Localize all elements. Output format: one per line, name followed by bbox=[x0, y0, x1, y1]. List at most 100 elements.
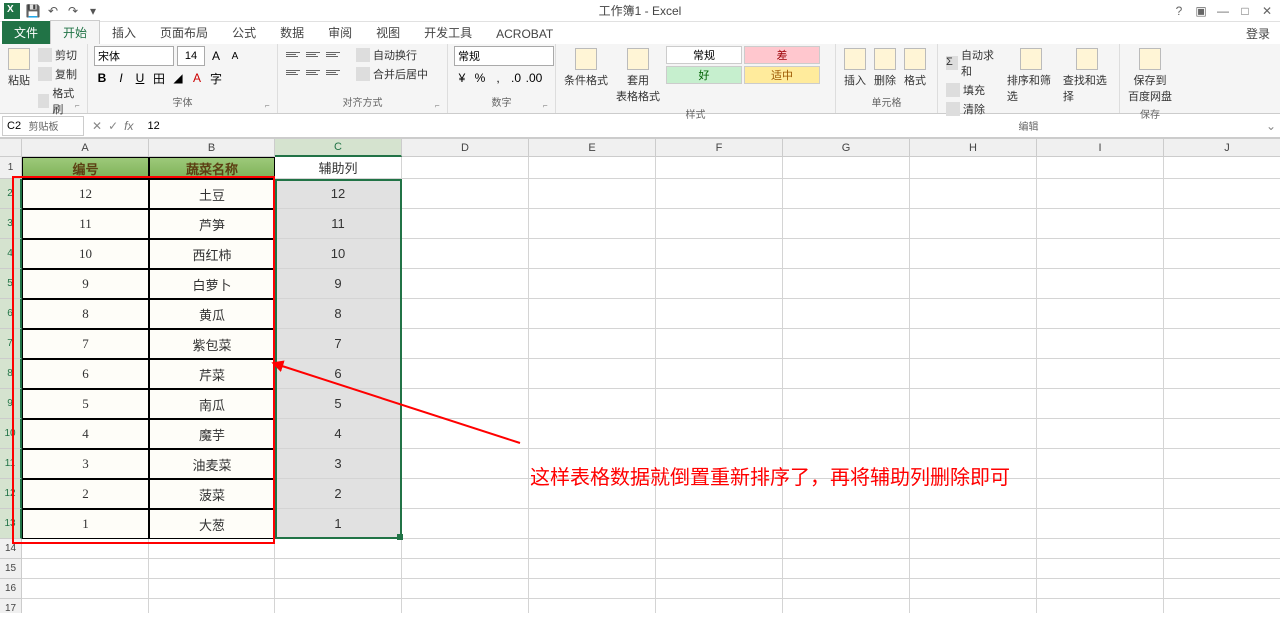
cell-D9[interactable] bbox=[402, 389, 529, 419]
cell-style-bad[interactable]: 差 bbox=[744, 46, 820, 64]
italic-button[interactable]: I bbox=[113, 70, 129, 86]
cell-D12[interactable] bbox=[402, 479, 529, 509]
cell-F4[interactable] bbox=[656, 239, 783, 269]
phonetic-button[interactable]: 字 bbox=[208, 70, 224, 86]
cell-H6[interactable] bbox=[910, 299, 1037, 329]
cell-G17[interactable] bbox=[783, 599, 910, 613]
tab-formula[interactable]: 公式 bbox=[220, 21, 268, 44]
align-center-button[interactable] bbox=[304, 64, 322, 80]
qat-undo-icon[interactable]: ↶ bbox=[46, 4, 60, 18]
row-header-7[interactable]: 7 bbox=[0, 329, 22, 359]
cell-C3[interactable]: 11 bbox=[275, 209, 402, 239]
cell-E10[interactable] bbox=[529, 419, 656, 449]
cell-H12[interactable] bbox=[910, 479, 1037, 509]
cell-G5[interactable] bbox=[783, 269, 910, 299]
cell-F14[interactable] bbox=[656, 539, 783, 559]
cell-H5[interactable] bbox=[910, 269, 1037, 299]
cell-B12[interactable]: 菠菜 bbox=[149, 479, 275, 509]
font-color-button[interactable]: A bbox=[189, 70, 205, 86]
cell-B10[interactable]: 魔芋 bbox=[149, 419, 275, 449]
cell-B8[interactable]: 芹菜 bbox=[149, 359, 275, 389]
cell-H11[interactable] bbox=[910, 449, 1037, 479]
qat-redo-icon[interactable]: ↷ bbox=[66, 4, 80, 18]
border-button[interactable]: 田 bbox=[151, 70, 167, 86]
cell-H1[interactable] bbox=[910, 157, 1037, 179]
cell-C13[interactable]: 1 bbox=[275, 509, 402, 539]
cell-B2[interactable]: 土豆 bbox=[149, 179, 275, 209]
cell-J2[interactable] bbox=[1164, 179, 1280, 209]
row-header-15[interactable]: 15 bbox=[0, 559, 22, 579]
cell-E4[interactable] bbox=[529, 239, 656, 269]
align-middle-button[interactable] bbox=[304, 46, 322, 62]
format-table-button[interactable]: 套用 表格格式 bbox=[614, 46, 662, 106]
underline-button[interactable]: U bbox=[132, 70, 148, 86]
clear-button[interactable]: 清除 bbox=[944, 100, 1001, 118]
cell-C10[interactable]: 4 bbox=[275, 419, 402, 449]
qat-save-icon[interactable]: 💾 bbox=[26, 4, 40, 18]
cell-B16[interactable] bbox=[149, 579, 275, 599]
cell-A4[interactable]: 10 bbox=[22, 239, 149, 269]
find-select-button[interactable]: 查找和选择 bbox=[1061, 46, 1113, 106]
cell-F10[interactable] bbox=[656, 419, 783, 449]
cell-D5[interactable] bbox=[402, 269, 529, 299]
cell-J13[interactable] bbox=[1164, 509, 1280, 539]
tab-acrobat[interactable]: ACROBAT bbox=[484, 24, 565, 44]
cell-G10[interactable] bbox=[783, 419, 910, 449]
cell-I5[interactable] bbox=[1037, 269, 1164, 299]
cell-I10[interactable] bbox=[1037, 419, 1164, 449]
cell-C17[interactable] bbox=[275, 599, 402, 613]
cell-B5[interactable]: 白萝卜 bbox=[149, 269, 275, 299]
cell-F3[interactable] bbox=[656, 209, 783, 239]
fill-button[interactable]: 填充 bbox=[944, 81, 1001, 99]
cell-G9[interactable] bbox=[783, 389, 910, 419]
cell-E11[interactable] bbox=[529, 449, 656, 479]
expand-formula-icon[interactable]: ⌄ bbox=[1262, 119, 1280, 133]
cell-E3[interactable] bbox=[529, 209, 656, 239]
cut-button[interactable]: 剪切 bbox=[36, 46, 81, 64]
cell-A6[interactable]: 8 bbox=[22, 299, 149, 329]
cell-E15[interactable] bbox=[529, 559, 656, 579]
row-header-4[interactable]: 4 bbox=[0, 239, 22, 269]
cell-F16[interactable] bbox=[656, 579, 783, 599]
align-left-button[interactable] bbox=[284, 64, 302, 80]
help-button[interactable]: ? bbox=[1170, 4, 1188, 18]
row-header-3[interactable]: 3 bbox=[0, 209, 22, 239]
cell-J17[interactable] bbox=[1164, 599, 1280, 613]
cell-G7[interactable] bbox=[783, 329, 910, 359]
autosum-button[interactable]: Σ自动求和 bbox=[944, 46, 1001, 80]
cell-B15[interactable] bbox=[149, 559, 275, 579]
cell-D7[interactable] bbox=[402, 329, 529, 359]
tab-review[interactable]: 审阅 bbox=[316, 21, 364, 44]
col-header-H[interactable]: H bbox=[910, 139, 1037, 157]
cell-F12[interactable] bbox=[656, 479, 783, 509]
cell-J9[interactable] bbox=[1164, 389, 1280, 419]
cell-E2[interactable] bbox=[529, 179, 656, 209]
cell-E5[interactable] bbox=[529, 269, 656, 299]
cell-A11[interactable]: 3 bbox=[22, 449, 149, 479]
cell-E16[interactable] bbox=[529, 579, 656, 599]
row-header-11[interactable]: 11 bbox=[0, 449, 22, 479]
cell-B1[interactable]: 蔬菜名称 bbox=[149, 157, 275, 179]
col-header-F[interactable]: F bbox=[656, 139, 783, 157]
cell-E9[interactable] bbox=[529, 389, 656, 419]
restore-button[interactable]: □ bbox=[1236, 4, 1254, 18]
cell-E14[interactable] bbox=[529, 539, 656, 559]
cell-H10[interactable] bbox=[910, 419, 1037, 449]
copy-button[interactable]: 复制 bbox=[36, 65, 81, 83]
comma-button[interactable]: , bbox=[490, 70, 506, 86]
cell-G15[interactable] bbox=[783, 559, 910, 579]
paste-button[interactable]: 粘贴 bbox=[6, 46, 32, 90]
accept-formula-icon[interactable]: ✓ bbox=[108, 119, 118, 133]
cell-J6[interactable] bbox=[1164, 299, 1280, 329]
cell-A13[interactable]: 1 bbox=[22, 509, 149, 539]
shrink-font-button[interactable]: A bbox=[227, 48, 243, 64]
cell-C1[interactable]: 辅助列 bbox=[275, 157, 402, 179]
grow-font-button[interactable]: A bbox=[208, 48, 224, 64]
percent-button[interactable]: % bbox=[472, 70, 488, 86]
cell-I16[interactable] bbox=[1037, 579, 1164, 599]
cell-D17[interactable] bbox=[402, 599, 529, 613]
clipboard-launcher-icon[interactable]: ⌐ bbox=[75, 101, 85, 111]
cell-G3[interactable] bbox=[783, 209, 910, 239]
col-header-E[interactable]: E bbox=[529, 139, 656, 157]
cell-D15[interactable] bbox=[402, 559, 529, 579]
